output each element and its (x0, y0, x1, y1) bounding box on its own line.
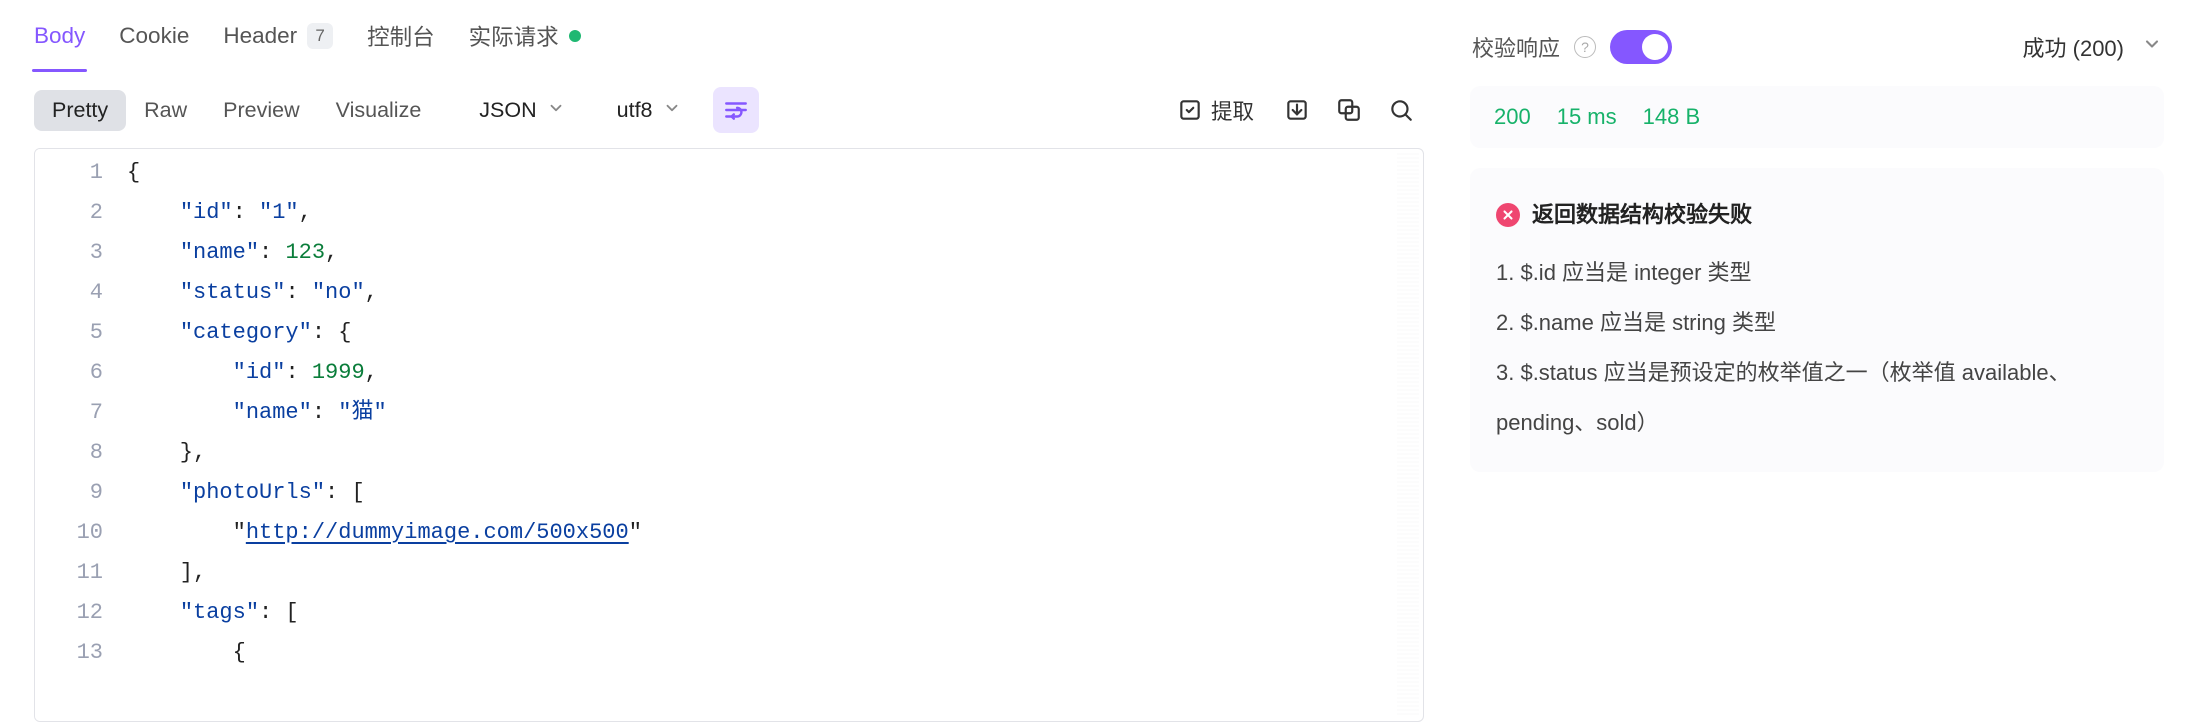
code-area[interactable]: { "id": "1", "name": 123, "status": "no"… (127, 149, 1423, 721)
tab-label: 实际请求 (469, 20, 559, 52)
error-item: 2. $.name 应当是 string 类型 (1496, 298, 2138, 348)
code-line: "photoUrls": [ (127, 473, 1423, 513)
search-button[interactable] (1378, 87, 1424, 133)
chevron-down-icon (2142, 34, 2162, 60)
line-number: 9 (35, 473, 103, 513)
help-icon[interactable]: ? (1574, 36, 1596, 58)
response-editor[interactable]: 12345678910111213 { "id": "1", "name": 1… (34, 148, 1424, 722)
chevron-down-icon (663, 98, 681, 123)
line-number: 1 (35, 153, 103, 193)
stat-size: 148 B (1643, 104, 1701, 130)
line-number: 12 (35, 593, 103, 633)
minimap[interactable] (1397, 153, 1419, 717)
status-dropdown[interactable]: 成功 (200) (2023, 31, 2162, 63)
code-line: ], (127, 553, 1423, 593)
toolbar-left: Pretty Raw Preview Visualize JSON (34, 87, 759, 133)
line-number: 13 (35, 633, 103, 673)
tab-console[interactable]: 控制台 (367, 0, 435, 72)
status-label: 成功 (200) (2023, 31, 2124, 63)
toolbar-right: 提取 (1163, 87, 1424, 133)
error-title: 返回数据结构校验失败 (1532, 190, 1752, 240)
seg-label: Preview (223, 98, 299, 122)
response-stats: 200 15 ms 148 B (1470, 86, 2164, 148)
line-number: 4 (35, 273, 103, 313)
dropdown-value: utf8 (617, 98, 653, 123)
verify-label: 校验响应 (1472, 31, 1560, 63)
chevron-down-icon (547, 98, 565, 123)
code-line: "tags": [ (127, 593, 1423, 633)
code-line: "status": "no", (127, 273, 1423, 313)
error-item: 3. $.status 应当是预设定的枚举值之一（枚举值 available、p… (1496, 348, 2138, 448)
view-visualize-button[interactable]: Visualize (318, 90, 440, 131)
line-number: 3 (35, 233, 103, 273)
side-panel: 校验响应 ? 成功 (200) 200 15 ms 148 B 返回数据结构校验… (1458, 0, 2198, 722)
tab-body[interactable]: Body (34, 0, 85, 72)
line-number: 10 (35, 513, 103, 553)
stat-time: 15 ms (1557, 104, 1617, 130)
view-preview-button[interactable]: Preview (205, 90, 317, 131)
status-dot-icon (569, 30, 581, 42)
tab-actual-request[interactable]: 实际请求 (469, 0, 581, 72)
extract-button[interactable]: 提取 (1163, 87, 1268, 133)
header-count-badge: 7 (307, 23, 333, 49)
tab-cookie[interactable]: Cookie (119, 0, 189, 72)
tab-label: 控制台 (367, 20, 435, 52)
main-panel: Body Cookie Header 7 控制台 实际请求 Pretty Raw (0, 0, 1458, 722)
line-number: 7 (35, 393, 103, 433)
code-line: "name": "猫" (127, 393, 1423, 433)
dropdown-value: JSON (479, 98, 536, 123)
error-list: 1. $.id 应当是 integer 类型2. $.name 应当是 stri… (1496, 248, 2138, 448)
code-line: "category": { (127, 313, 1423, 353)
button-label: 提取 (1211, 95, 1254, 126)
tab-header[interactable]: Header 7 (223, 0, 333, 72)
code-line: "name": 123, (127, 233, 1423, 273)
side-header: 校验响应 ? 成功 (200) (1470, 24, 2164, 86)
line-gutter: 12345678910111213 (35, 149, 127, 721)
verify-toggle[interactable] (1610, 30, 1672, 64)
line-number: 2 (35, 193, 103, 233)
code-line: "http://dummyimage.com/500x500" (127, 513, 1423, 553)
stat-status-code: 200 (1494, 104, 1531, 130)
validation-error-card: 返回数据结构校验失败 1. $.id 应当是 integer 类型2. $.na… (1470, 168, 2164, 472)
line-number: 8 (35, 433, 103, 473)
view-mode-segment: Pretty Raw Preview Visualize (34, 90, 439, 131)
line-number: 5 (35, 313, 103, 353)
line-number: 6 (35, 353, 103, 393)
error-item: 1. $.id 应当是 integer 类型 (1496, 248, 2138, 298)
seg-label: Raw (144, 98, 187, 122)
error-icon (1496, 203, 1520, 227)
verify-response-group: 校验响应 ? (1472, 30, 1672, 64)
tab-label: Cookie (119, 23, 189, 49)
body-toolbar: Pretty Raw Preview Visualize JSON (0, 72, 1458, 148)
code-line: { (127, 633, 1423, 673)
wrap-lines-button[interactable] (713, 87, 759, 133)
view-raw-button[interactable]: Raw (126, 90, 205, 131)
code-line: { (127, 153, 1423, 193)
error-title-row: 返回数据结构校验失败 (1496, 190, 2138, 240)
copy-button[interactable] (1326, 87, 1372, 133)
line-number: 11 (35, 553, 103, 593)
code-line: "id": "1", (127, 193, 1423, 233)
response-tabs: Body Cookie Header 7 控制台 实际请求 (0, 0, 1458, 72)
encoding-dropdown[interactable]: utf8 (605, 90, 693, 131)
seg-label: Pretty (52, 98, 108, 122)
seg-label: Visualize (336, 98, 422, 122)
code-line: "id": 1999, (127, 353, 1423, 393)
tab-label: Header (223, 23, 297, 49)
format-dropdown[interactable]: JSON (467, 90, 576, 131)
tab-label: Body (34, 23, 85, 49)
code-line: }, (127, 433, 1423, 473)
save-response-button[interactable] (1274, 87, 1320, 133)
view-pretty-button[interactable]: Pretty (34, 90, 126, 131)
